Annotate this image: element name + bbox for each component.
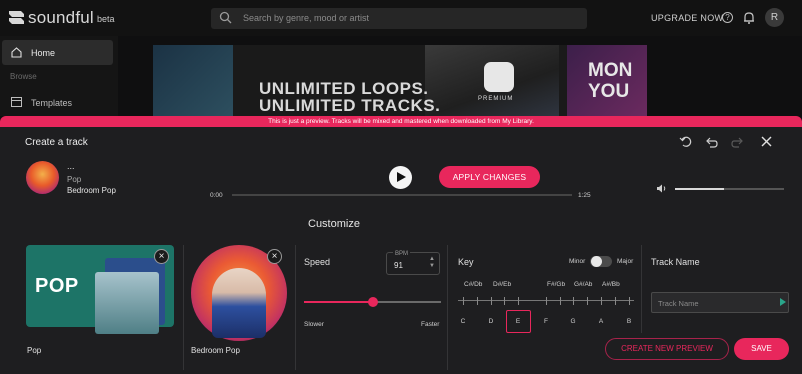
key-note-a[interactable]: A <box>596 318 606 325</box>
search-placeholder[interactable]: Search by genre, mood or artist <box>243 13 369 23</box>
key-tick <box>518 297 519 305</box>
key-sharp-a[interactable]: A#/Bb <box>602 281 620 288</box>
settings-divider <box>295 245 296 370</box>
search-icon <box>219 11 232 24</box>
key-tick <box>573 297 574 305</box>
mode-major-label: Major <box>617 258 634 265</box>
help-icon[interactable]: ? <box>722 12 733 23</box>
redo-icon[interactable] <box>731 135 744 148</box>
banner-headline-2: UNLIMITED TRACKS. <box>259 96 441 115</box>
sidebar-section-browse: Browse <box>10 72 37 81</box>
key-label: Key <box>458 257 474 267</box>
panel-title: Create a track <box>25 137 88 148</box>
bpm-stepper-arrows-icon[interactable]: ▲ ▼ <box>429 256 435 270</box>
notifications-bell-icon[interactable] <box>743 11 755 24</box>
time-total: 1:25 <box>578 192 591 199</box>
customize-heading: Customize <box>308 218 360 230</box>
apply-changes-button[interactable]: APPLY CHANGES <box>439 166 540 188</box>
key-tick <box>601 297 602 305</box>
key-tick <box>629 297 630 305</box>
card-divider <box>183 245 184 370</box>
key-note-e[interactable]: E <box>513 318 523 325</box>
key-sharp-g[interactable]: G#/Ab <box>574 281 592 288</box>
key-tick <box>504 297 505 305</box>
key-note-f[interactable]: F <box>541 318 551 325</box>
key-tick <box>587 297 588 305</box>
track-name-label: Track Name <box>651 257 700 267</box>
key-tick <box>615 297 616 305</box>
volume-slider-fill <box>675 188 724 190</box>
banner-image-studio <box>153 45 233 117</box>
submit-arrow-icon[interactable] <box>780 298 786 306</box>
track-name-placeholder[interactable]: Track Name <box>658 299 699 308</box>
genre-card-pop-label: Pop <box>27 346 42 355</box>
soundful-logo-icon[interactable] <box>8 9 25 26</box>
bedroom-pop-artwork <box>212 268 266 338</box>
home-icon <box>11 47 22 58</box>
track-genre: Pop <box>67 175 82 184</box>
pop-card-art-photo <box>95 272 159 334</box>
key-tick <box>560 297 561 305</box>
beta-badge: beta <box>97 14 115 24</box>
playback-progress-bar[interactable] <box>232 194 572 196</box>
bpm-value[interactable]: 91 <box>394 261 403 270</box>
volume-icon[interactable] <box>656 183 667 194</box>
banner-side-line-1: MON <box>588 60 633 81</box>
key-tick <box>463 297 464 305</box>
key-tick <box>546 297 547 305</box>
key-sharp-f[interactable]: F#/Gb <box>547 281 565 288</box>
speed-slower-label: Slower <box>304 321 324 328</box>
time-current: 0:00 <box>210 192 223 199</box>
sidebar-item-home-label[interactable]: Home <box>31 48 55 58</box>
key-tick <box>491 297 492 305</box>
premium-logo-icon <box>484 62 514 92</box>
speed-label: Speed <box>304 257 331 267</box>
key-note-c[interactable]: C <box>458 318 468 325</box>
create-new-preview-button[interactable]: CREATE NEW PREVIEW <box>605 338 729 360</box>
track-artwork <box>26 161 59 194</box>
key-mode-toggle-knob <box>591 256 602 267</box>
key-note-b[interactable]: B <box>624 318 634 325</box>
play-icon <box>397 172 406 182</box>
remove-pop-card-close-icon[interactable]: × <box>154 249 169 264</box>
key-sharp-c[interactable]: C#/Db <box>464 281 482 288</box>
pop-card-art-text: POP <box>35 275 79 297</box>
track-name-divider <box>641 245 642 333</box>
key-sharp-d[interactable]: D#/Eb <box>493 281 511 288</box>
templates-icon <box>11 97 22 107</box>
undo-icon[interactable] <box>705 135 718 148</box>
preview-notice-text: This is just a preview. Tracks will be m… <box>268 118 534 125</box>
sidebar-item-templates[interactable]: Templates <box>31 98 72 108</box>
template-card-bedroom-pop-label: Bedroom Pop <box>191 346 240 355</box>
close-icon[interactable] <box>760 135 773 148</box>
speed-slider-handle[interactable] <box>368 297 378 307</box>
reset-icon[interactable] <box>679 135 692 148</box>
save-button[interactable]: SAVE <box>734 338 789 360</box>
user-avatar[interactable]: R <box>765 8 784 27</box>
remove-bedroom-pop-close-icon[interactable]: × <box>267 249 282 264</box>
key-note-g[interactable]: G <box>568 318 578 325</box>
key-tick <box>477 297 478 305</box>
speed-faster-label: Faster <box>421 321 440 328</box>
speed-slider-fill <box>304 301 373 303</box>
banner-side-line-2: YOU <box>588 81 630 102</box>
app-name[interactable]: soundful <box>28 8 94 28</box>
mode-minor-label: Minor <box>569 258 586 265</box>
key-note-d[interactable]: D <box>486 318 496 325</box>
track-title: ... <box>67 161 75 171</box>
bpm-label: BPM <box>393 251 411 257</box>
key-divider <box>447 245 448 370</box>
premium-label: PREMIUM <box>478 96 514 102</box>
banner-side-text: MON YOU <box>588 60 632 102</box>
track-template: Bedroom Pop <box>67 186 116 195</box>
upgrade-now-link[interactable]: UPGRADE NOW <box>651 13 723 23</box>
